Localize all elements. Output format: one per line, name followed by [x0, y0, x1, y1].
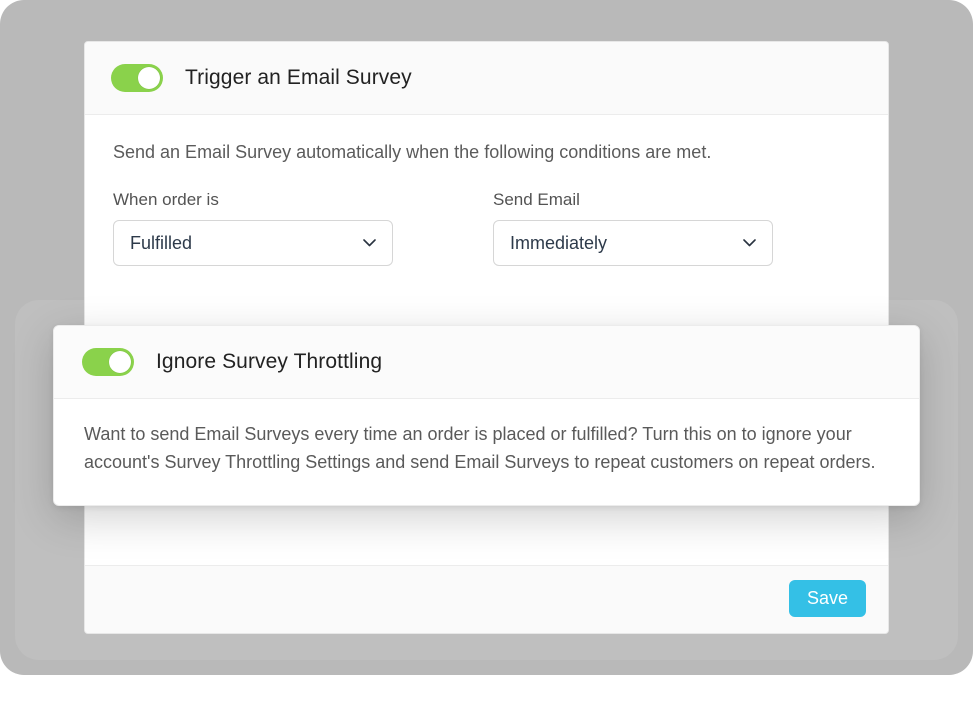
save-button[interactable]: Save [789, 580, 866, 617]
throttle-toggle[interactable] [82, 348, 134, 376]
trigger-description: Send an Email Survey automatically when … [113, 139, 860, 166]
order-condition-value: Fulfilled [130, 233, 192, 254]
trigger-panel-body: Send an Email Survey automatically when … [85, 115, 888, 284]
trigger-panel-header: Trigger an Email Survey [85, 42, 888, 115]
throttle-panel-body: Want to send Email Surveys every time an… [54, 399, 919, 505]
chevron-down-icon [362, 236, 376, 250]
send-email-select[interactable]: Immediately [493, 220, 773, 266]
order-condition-label: When order is [113, 190, 393, 210]
trigger-panel-title: Trigger an Email Survey [185, 66, 412, 90]
trigger-form-row: When order is Fulfilled Send Email Immed… [113, 190, 860, 266]
order-condition-group: When order is Fulfilled [113, 190, 393, 266]
send-email-label: Send Email [493, 190, 773, 210]
toggle-knob [138, 67, 160, 89]
trigger-panel-footer: Save [85, 565, 888, 633]
trigger-toggle[interactable] [111, 64, 163, 92]
send-email-group: Send Email Immediately [493, 190, 773, 266]
chevron-down-icon [742, 236, 756, 250]
throttle-description: Want to send Email Surveys every time an… [84, 421, 889, 477]
throttle-panel-header: Ignore Survey Throttling [54, 326, 919, 399]
order-condition-select[interactable]: Fulfilled [113, 220, 393, 266]
ignore-throttling-panel: Ignore Survey Throttling Want to send Em… [53, 325, 920, 506]
toggle-knob [109, 351, 131, 373]
throttle-panel-title: Ignore Survey Throttling [156, 350, 382, 374]
send-email-value: Immediately [510, 233, 607, 254]
